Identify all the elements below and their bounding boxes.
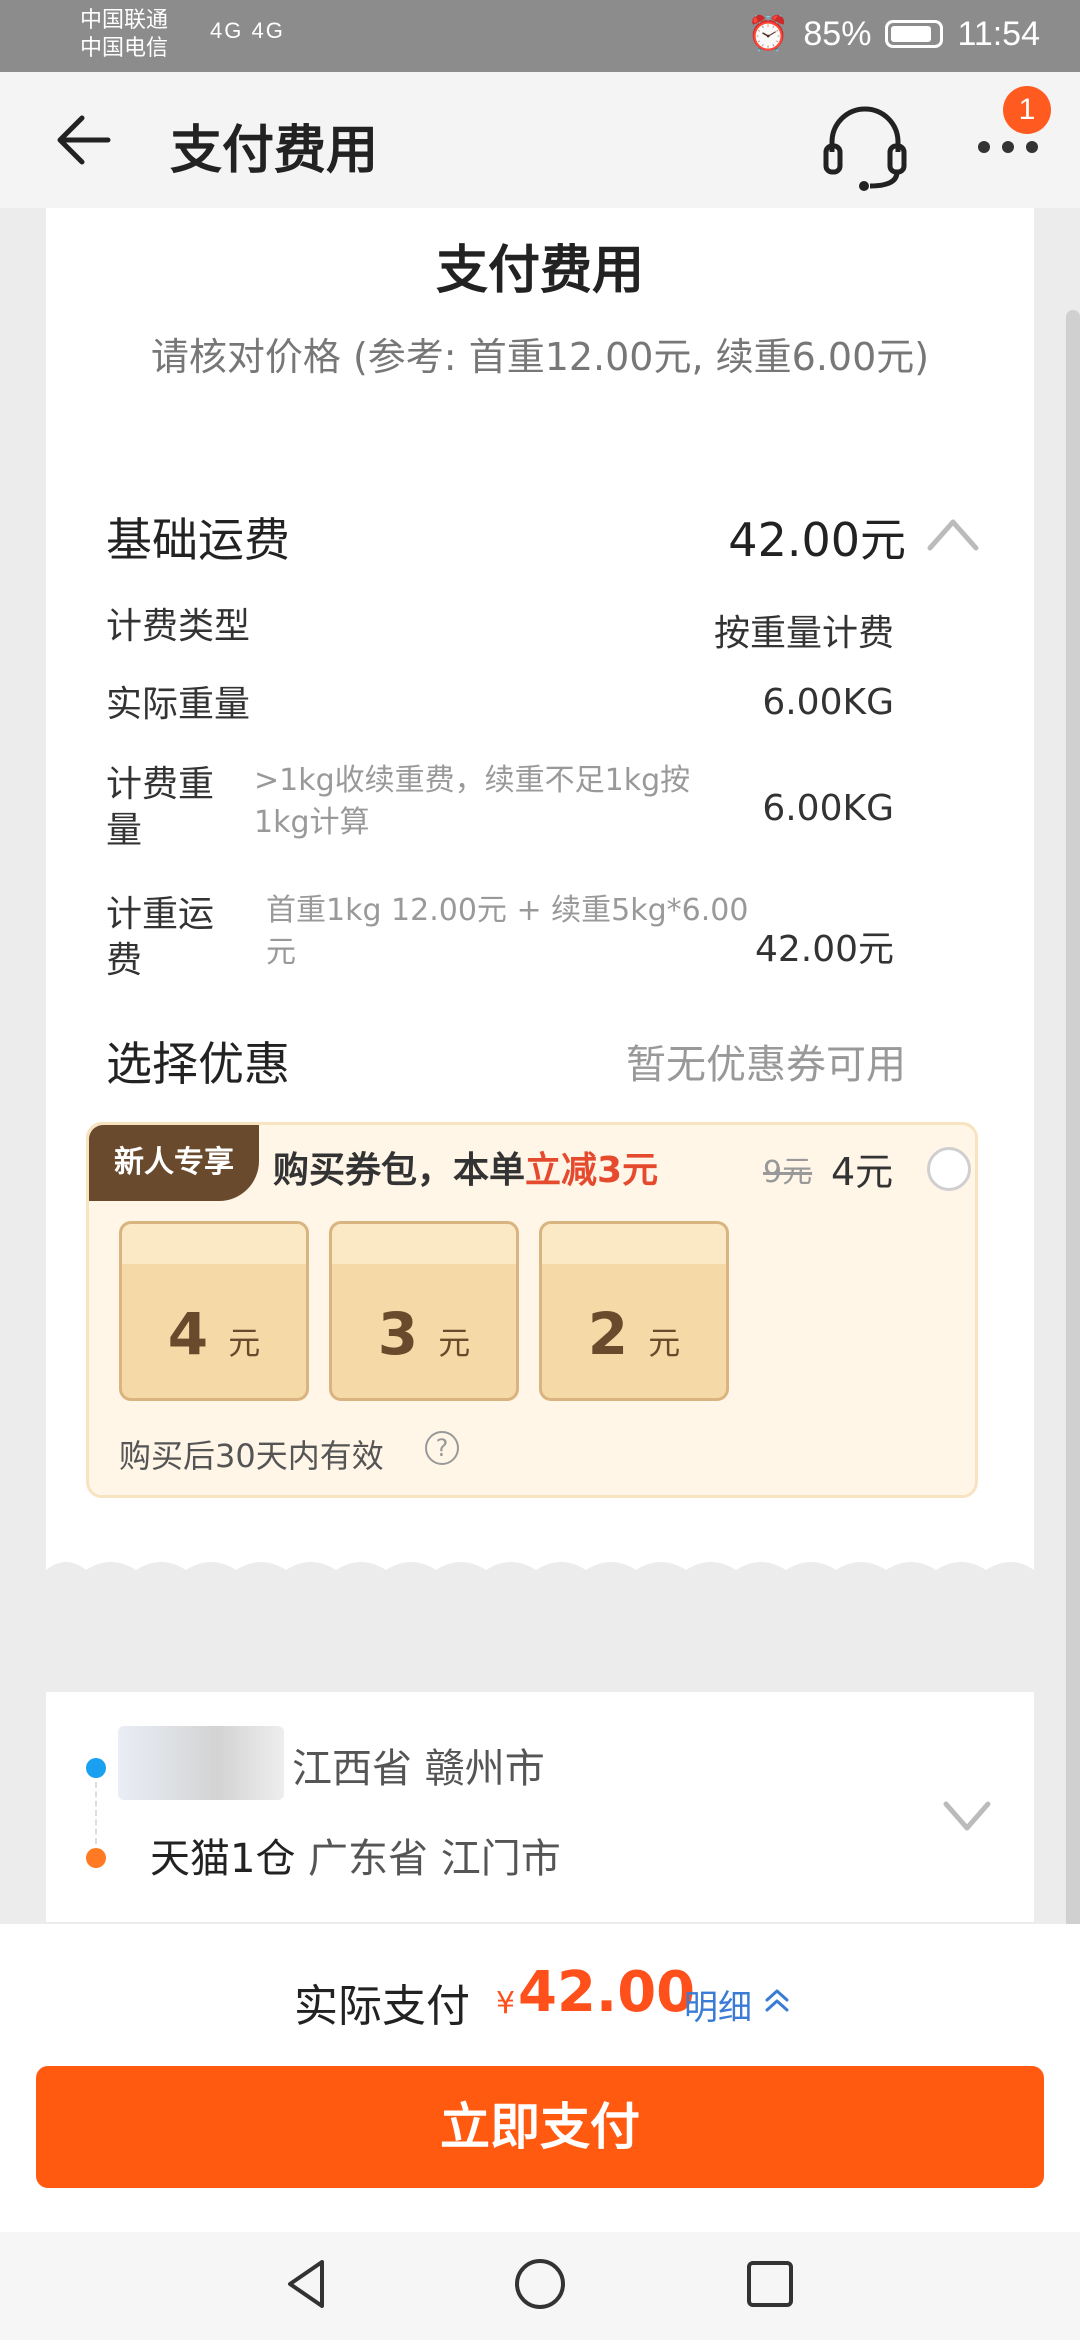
basic-fee-label: 基础运费 bbox=[106, 513, 290, 567]
card-subtitle: 请核对价格 (参考: 首重12.00元, 续重6.00元) bbox=[150, 335, 930, 379]
ticket-amount: 3 元 bbox=[332, 1300, 516, 1368]
weight-freight-note-line1: 首重1kg 12.00元 + 续重5kg*6.00 bbox=[266, 893, 749, 928]
card-scalloped-edge bbox=[46, 1562, 1034, 1596]
collapse-chevron-up-icon[interactable] bbox=[926, 514, 980, 554]
carrier-1: 中国联通 bbox=[80, 7, 169, 32]
actual-weight-label: 实际重量 bbox=[106, 684, 251, 725]
billing-weight-label-line2: 量 bbox=[106, 810, 143, 851]
status-right: ⏰ 85% 11:54 bbox=[747, 14, 1040, 54]
billing-type-label: 计费类型 bbox=[106, 606, 251, 647]
ticket-amount: 2 元 bbox=[542, 1300, 726, 1368]
coupon-headline: 购买券包，本单立减3元 bbox=[273, 1141, 658, 1193]
currency-symbol: ¥ bbox=[496, 1986, 516, 2021]
weight-freight-value: 42.00元 bbox=[754, 929, 894, 970]
alarm-icon: ⏰ bbox=[747, 15, 790, 53]
origin-dot bbox=[86, 1758, 106, 1778]
discount-value[interactable]: 暂无优惠券可用 bbox=[626, 1032, 906, 1090]
ticket-amount-unit: 元 bbox=[648, 1324, 681, 1362]
top-nav: 支付费用 1 bbox=[0, 72, 1080, 208]
weight-freight-label-line2: 费 bbox=[106, 940, 143, 981]
blurred-sender-name bbox=[118, 1726, 284, 1800]
billing-weight-label-line1: 计费重 bbox=[106, 764, 215, 805]
basic-fee-value: 42.00元 bbox=[728, 513, 906, 567]
coupon-validity: 购买后30天内有效 bbox=[119, 1437, 384, 1475]
discount-label: 选择优惠 bbox=[106, 1037, 290, 1091]
system-back-icon[interactable] bbox=[278, 2254, 338, 2314]
ticket-amount-unit: 元 bbox=[438, 1324, 471, 1362]
coupon-select-radio[interactable] bbox=[927, 1147, 971, 1191]
ticket-amount-value: 4 bbox=[167, 1300, 209, 1368]
billing-weight-note-line2: 1kg计算 bbox=[254, 805, 370, 840]
route-line bbox=[95, 1782, 97, 1844]
ticket-amount-value: 2 bbox=[587, 1300, 629, 1368]
actual-weight-value: 6.00KG bbox=[762, 682, 894, 723]
destination-location: 广东省 江门市 bbox=[308, 1836, 561, 1882]
billing-weight-note: >1kg收续重费，续重不足1kg按 1kg计算 bbox=[254, 760, 690, 844]
origin-location: 江西省 赣州市 bbox=[292, 1746, 545, 1792]
system-home-icon[interactable] bbox=[510, 2254, 570, 2314]
coupon-ticket: 3 元 bbox=[329, 1221, 519, 1401]
double-chevron-up-icon[interactable] bbox=[762, 1986, 792, 2014]
coupon-old-price: 9元 bbox=[763, 1155, 813, 1190]
route-card[interactable]: 江西省 赣州市 天猫1仓 广东省 江门市 bbox=[46, 1692, 1034, 1922]
page-title: 支付费用 bbox=[170, 121, 379, 181]
weight-freight-label: 计重运 费 bbox=[106, 892, 214, 984]
carrier-2: 中国电信 bbox=[80, 35, 169, 60]
battery-icon bbox=[885, 20, 944, 48]
coupon-ticket: 2 元 bbox=[539, 1221, 729, 1401]
help-question-icon[interactable]: ? bbox=[425, 1431, 459, 1465]
payment-detail-link[interactable]: 明细 bbox=[684, 1980, 752, 2029]
weight-freight-note: 首重1kg 12.00元 + 续重5kg*6.00 元 bbox=[266, 890, 748, 974]
actual-payment-label: 实际支付 bbox=[294, 1981, 470, 2032]
billing-weight-label: 计费重 量 bbox=[106, 762, 214, 854]
coupon-headline-highlight: 立减3元 bbox=[525, 1150, 659, 1191]
billing-type-value: 按重量计费 bbox=[713, 613, 894, 654]
payment-amount: 42.00 bbox=[518, 1960, 696, 2025]
customer-service-headset-icon[interactable] bbox=[820, 102, 910, 192]
ticket-amount: 4 元 bbox=[122, 1300, 306, 1368]
destination-name: 天猫1仓 bbox=[150, 1836, 296, 1882]
card-title: 支付费用 bbox=[435, 241, 644, 301]
status-bar: 中国联通 中国电信 4G 4G ⏰ 85% 11:54 bbox=[0, 0, 1080, 72]
system-navigation-bar bbox=[0, 2232, 1080, 2340]
ticket-amount-value: 3 bbox=[377, 1300, 419, 1368]
coupon-headline-prefix: 购买券包，本单 bbox=[273, 1150, 526, 1191]
clock: 11:54 bbox=[957, 14, 1040, 53]
coupon-pack[interactable]: 新人专享 购买券包，本单立减3元 9元 4元 4 元 3 元 2 元 购买后30… bbox=[86, 1122, 978, 1498]
coupon-new-price: 4元 bbox=[831, 1150, 894, 1194]
expand-chevron-down-icon[interactable] bbox=[942, 1798, 992, 1834]
destination-dot bbox=[86, 1848, 106, 1868]
notification-badge: 1 bbox=[1003, 86, 1051, 134]
scrollbar[interactable] bbox=[1066, 310, 1080, 1950]
weight-freight-label-line1: 计重运 bbox=[106, 894, 215, 935]
weight-freight-note-line2: 元 bbox=[266, 935, 296, 970]
ticket-amount-unit: 元 bbox=[228, 1324, 261, 1362]
pay-now-button[interactable]: 立即支付 bbox=[36, 2066, 1044, 2188]
fee-card: 支付费用 请核对价格 (参考: 首重12.00元, 续重6.00元) 基础运费 … bbox=[46, 208, 1034, 1596]
battery-percent: 85% bbox=[803, 14, 872, 53]
new-user-tag: 新人专享 bbox=[89, 1125, 259, 1201]
more-options-icon[interactable] bbox=[975, 132, 1041, 162]
system-recents-icon[interactable] bbox=[740, 2254, 800, 2314]
billing-weight-value: 6.00KG bbox=[762, 788, 894, 829]
coupon-ticket: 4 元 bbox=[119, 1221, 309, 1401]
signal-indicator: 4G 4G bbox=[210, 18, 285, 43]
payment-bar: 实际支付 ¥ 42.00 明细 立即支付 bbox=[0, 1924, 1080, 2232]
carrier-label: 中国联通 中国电信 bbox=[80, 6, 168, 62]
billing-weight-note-line1: >1kg收续重费，续重不足1kg按 bbox=[254, 763, 691, 798]
back-arrow-icon[interactable] bbox=[52, 112, 112, 168]
